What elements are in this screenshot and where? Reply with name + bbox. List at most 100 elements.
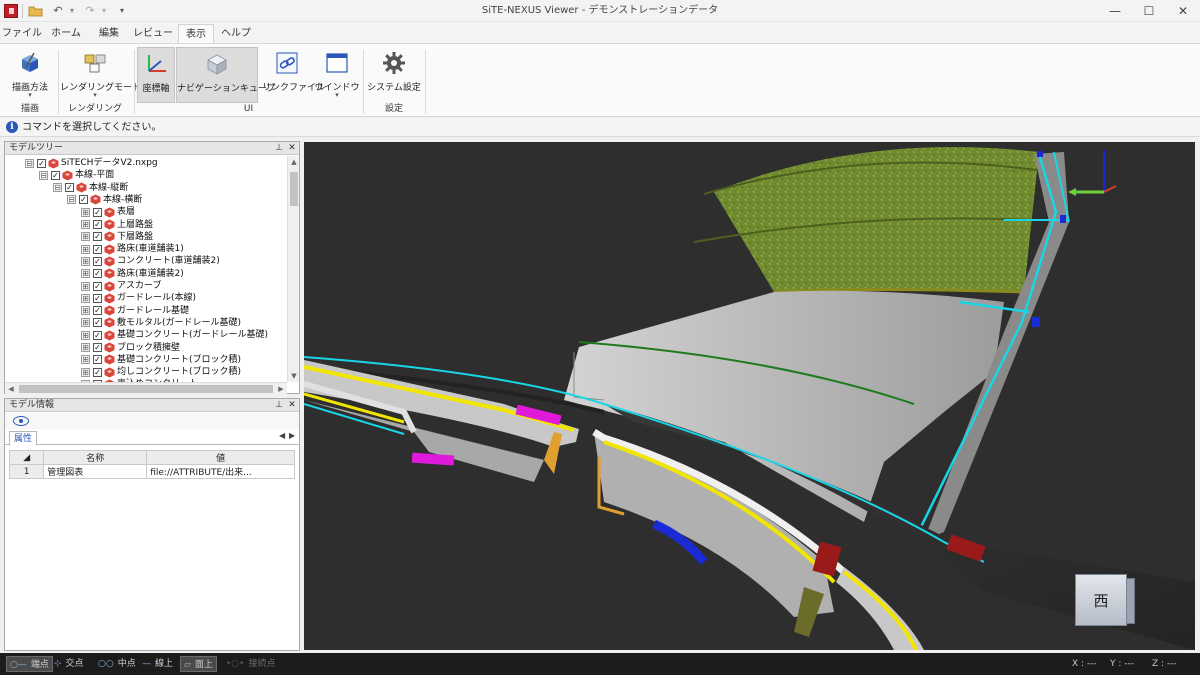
- tree-item[interactable]: ⊞ ✓ 基礎コンクリート(ブロック積): [81, 354, 241, 366]
- tree-item[interactable]: ⊞ ✓ ブロック積擁壁: [81, 342, 180, 354]
- tree-item[interactable]: ⊞ ✓ 敷モルタル(ガードレール基礎): [81, 317, 241, 329]
- expand-icon[interactable]: ⊞: [81, 293, 90, 303]
- close-icon[interactable]: ✕: [286, 142, 298, 155]
- property-value-cell[interactable]: file://ATTRIBUTE/出来...: [146, 464, 295, 479]
- tree-item[interactable]: ⊟ ✓ 本線-縦断: [53, 182, 128, 194]
- snap-midpoint-button[interactable]: ○○ 中点: [98, 656, 136, 672]
- scroll-right-icon[interactable]: ▶: [275, 383, 287, 395]
- visibility-checkbox[interactable]: ✓: [79, 195, 88, 205]
- pin-icon[interactable]: ⊥: [273, 142, 285, 155]
- tab-file[interactable]: ファイル: [2, 24, 42, 43]
- expand-icon[interactable]: ⊞: [81, 281, 90, 291]
- collapse-icon[interactable]: ⊟: [39, 170, 48, 180]
- tree-item[interactable]: ⊞ ✓ アスカーブ: [81, 280, 161, 292]
- column-header-name[interactable]: 名称: [43, 450, 148, 465]
- tree-item[interactable]: ⊞ ✓ ガードレール(本線): [81, 292, 196, 304]
- scroll-thumb[interactable]: [290, 172, 298, 206]
- visibility-checkbox[interactable]: ✓: [93, 232, 102, 242]
- visibility-checkbox[interactable]: ✓: [93, 318, 102, 328]
- collapse-icon[interactable]: ⊟: [53, 183, 62, 193]
- tree-item[interactable]: ⊟ ✓ SiTECHデータV2.nxpg: [25, 157, 158, 169]
- tree-item[interactable]: ⊞ ✓ 路床(車道舗装1): [81, 243, 184, 255]
- tree-item[interactable]: ⊞ ✓ 均しコンクリート(ブロック積): [81, 366, 241, 378]
- 3d-viewport[interactable]: 西: [304, 142, 1195, 650]
- expand-icon[interactable]: ⊞: [81, 256, 90, 266]
- draw-method-button[interactable]: 描画方法 ▾: [6, 47, 54, 103]
- expand-icon[interactable]: ⊞: [81, 330, 90, 340]
- tree-item[interactable]: ⊞ ✓ 上層路盤: [81, 219, 153, 231]
- scroll-thumb[interactable]: [19, 385, 273, 393]
- scroll-left-icon[interactable]: ◀: [5, 383, 17, 395]
- table-row[interactable]: 1 管理図表 file://ATTRIBUTE/出来...: [8, 464, 295, 479]
- visibility-checkbox[interactable]: ✓: [93, 281, 102, 291]
- snap-on-line-button[interactable]: — 線上: [142, 656, 173, 672]
- visibility-checkbox[interactable]: ✓: [93, 293, 102, 303]
- close-button[interactable]: ✕: [1166, 0, 1200, 22]
- axis-button[interactable]: 座標軸: [137, 47, 175, 103]
- close-icon[interactable]: ✕: [286, 399, 298, 412]
- tree-item[interactable]: ⊞ ✓ 路床(車道舗装2): [81, 268, 184, 280]
- expand-icon[interactable]: ⊞: [81, 220, 90, 229]
- property-name-cell[interactable]: 管理図表: [43, 464, 148, 479]
- tree-item[interactable]: ⊞ ✓ 基礎コンクリート(ガードレール基礎): [81, 329, 268, 341]
- tree-item[interactable]: ⊟ ✓ 本線-横断: [67, 194, 142, 206]
- redo-dropdown-icon[interactable]: ▾: [96, 3, 112, 19]
- expand-icon[interactable]: ⊞: [81, 207, 90, 217]
- tree-item[interactable]: ⊞ ✓ 表層: [81, 206, 135, 218]
- tab-attributes[interactable]: 属性: [9, 431, 37, 446]
- tab-prev-icon[interactable]: ◀: [279, 431, 285, 440]
- snap-endpoint-button[interactable]: ○— 端点: [6, 656, 53, 672]
- expand-icon[interactable]: ⊞: [81, 355, 90, 365]
- expand-icon[interactable]: ⊞: [81, 306, 90, 316]
- tab-help[interactable]: ヘルプ: [216, 24, 256, 43]
- undo-dropdown-icon[interactable]: ▾: [64, 3, 80, 19]
- collapse-icon[interactable]: ⊟: [25, 158, 34, 168]
- scroll-down-icon[interactable]: ▼: [288, 370, 300, 382]
- snap-intersection-button[interactable]: ⊹ 交点: [54, 656, 84, 672]
- visibility-checkbox[interactable]: ✓: [93, 343, 102, 352]
- eye-icon[interactable]: [13, 416, 29, 426]
- visibility-checkbox[interactable]: ✓: [93, 244, 102, 254]
- visibility-checkbox[interactable]: ✓: [93, 306, 102, 316]
- minimize-button[interactable]: —: [1098, 0, 1132, 22]
- tree-horizontal-scrollbar[interactable]: ◀ ▶: [5, 382, 287, 394]
- scroll-up-icon[interactable]: ▲: [288, 156, 300, 168]
- column-header-value[interactable]: 値: [146, 450, 295, 465]
- render-mode-button[interactable]: レンダリングモード ▾: [60, 47, 141, 103]
- navcube-button[interactable]: ナビゲーションキューブ: [176, 47, 275, 103]
- expand-icon[interactable]: ⊞: [81, 367, 90, 377]
- expand-icon[interactable]: ⊞: [81, 343, 90, 352]
- window-button[interactable]: ウインドウ ▾: [314, 47, 360, 103]
- expand-icon[interactable]: ⊞: [81, 232, 90, 242]
- visibility-checkbox[interactable]: ✓: [65, 183, 74, 193]
- system-settings-button[interactable]: システム設定: [366, 47, 422, 103]
- tab-review[interactable]: レビュー: [130, 24, 176, 43]
- navigation-cube[interactable]: 西: [1075, 574, 1135, 626]
- visibility-checkbox[interactable]: ✓: [93, 367, 102, 377]
- tree-vertical-scrollbar[interactable]: ▲ ▼: [287, 156, 299, 382]
- pin-icon[interactable]: ⊥: [273, 399, 285, 412]
- tab-view[interactable]: 表示: [178, 24, 214, 43]
- customize-dropdown-icon[interactable]: ▾: [114, 3, 130, 19]
- visibility-checkbox[interactable]: ✓: [93, 330, 102, 340]
- tree-item[interactable]: ⊞ ✓ ガードレール基礎: [81, 305, 189, 317]
- tab-home[interactable]: ホーム: [44, 24, 88, 43]
- tab-next-icon[interactable]: ▶: [289, 431, 295, 440]
- tab-edit[interactable]: 編集: [90, 24, 128, 43]
- maximize-button[interactable]: ☐: [1132, 0, 1166, 22]
- collapse-icon[interactable]: ⊟: [67, 195, 76, 205]
- tree-item[interactable]: ⊞ ✓ コンクリート(車道舗装2): [81, 255, 220, 267]
- expand-icon[interactable]: ⊞: [81, 318, 90, 328]
- visibility-checkbox[interactable]: ✓: [93, 207, 102, 217]
- snap-on-face-button[interactable]: ▱ 面上: [180, 656, 217, 672]
- folder-open-icon[interactable]: [28, 3, 44, 19]
- tree-item[interactable]: ⊟ ✓ 本線-平面: [39, 169, 114, 181]
- visibility-checkbox[interactable]: ✓: [37, 158, 46, 168]
- link-file-button[interactable]: リンクファイル: [262, 47, 325, 103]
- visibility-checkbox[interactable]: ✓: [93, 220, 102, 229]
- visibility-checkbox[interactable]: ✓: [93, 355, 102, 365]
- tree-item[interactable]: ⊞ ✓ 下層路盤: [81, 231, 153, 243]
- visibility-checkbox[interactable]: ✓: [93, 269, 102, 279]
- visibility-checkbox[interactable]: ✓: [93, 256, 102, 266]
- visibility-checkbox[interactable]: ✓: [51, 170, 60, 180]
